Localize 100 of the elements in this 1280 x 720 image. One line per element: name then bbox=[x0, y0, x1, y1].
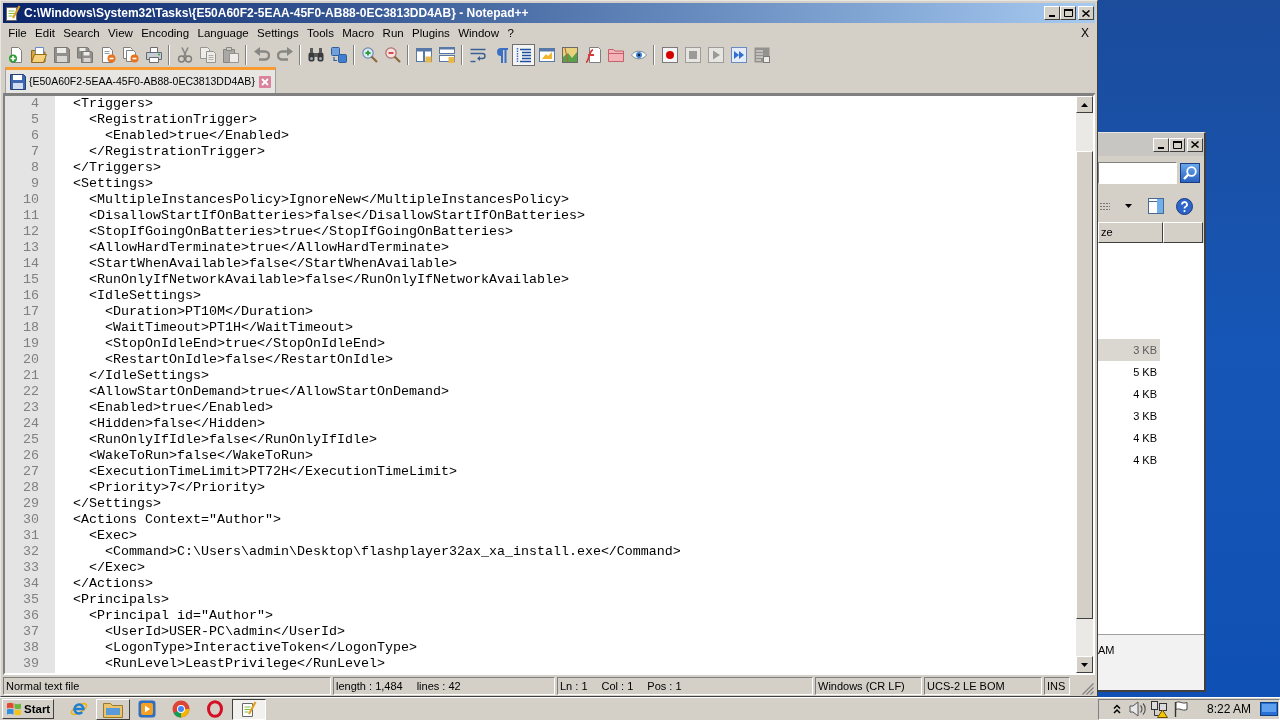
menu-item[interactable]: Window bbox=[454, 24, 504, 42]
search-button[interactable] bbox=[1180, 163, 1200, 183]
window-title: C:\Windows\System32\Tasks\{E50A60F2-5EAA-45F0-AB88-0EC3813DD4AB} - Notepad++ bbox=[24, 5, 529, 21]
indent-guide-button[interactable] bbox=[512, 44, 535, 66]
code-line: <StartWhenAvailable>false</StartWhenAvailable> bbox=[88, 256, 458, 272]
page-plus-icon bbox=[7, 47, 24, 63]
close-icon bbox=[258, 75, 271, 88]
menu-item[interactable]: Tools bbox=[302, 24, 339, 42]
show-desktop-button[interactable] bbox=[1260, 702, 1278, 716]
preview-pane-button[interactable] bbox=[1148, 198, 1164, 214]
menu-item[interactable]: View bbox=[103, 24, 137, 42]
tab-close-button[interactable] bbox=[258, 75, 271, 88]
size-cell[interactable]: 5 KB bbox=[1098, 361, 1160, 383]
line-number: 12 bbox=[22, 224, 40, 240]
speaker-icon bbox=[1129, 701, 1146, 717]
size-cell[interactable]: 4 KB bbox=[1098, 449, 1160, 471]
line-number: 32 bbox=[22, 544, 40, 560]
line-number: 23 bbox=[22, 400, 40, 416]
floppy-disks-icon bbox=[76, 47, 93, 63]
grid-page-icon bbox=[753, 47, 770, 63]
pages-minus-icon bbox=[122, 47, 139, 63]
line-number: 21 bbox=[22, 368, 40, 384]
code-line: <AllowHardTerminate>true</AllowHardTerminate> bbox=[88, 240, 450, 256]
menu-item[interactable]: Macro bbox=[338, 24, 379, 42]
line-number: 16 bbox=[22, 288, 40, 304]
clock[interactable]: 8:22 AM bbox=[1207, 700, 1252, 718]
code-line: <RunOnlyIfIdle>false</RunOnlyIfIdle> bbox=[88, 432, 378, 448]
network-button[interactable] bbox=[1150, 700, 1168, 718]
close-button[interactable] bbox=[1187, 137, 1203, 152]
indent-lines-icon bbox=[515, 47, 532, 63]
stop-icon bbox=[684, 47, 701, 63]
volume-button[interactable] bbox=[1129, 701, 1146, 717]
size-cell[interactable]: 4 KB bbox=[1098, 383, 1160, 405]
menu-item[interactable]: Language bbox=[193, 24, 253, 42]
code-line: <AllowStartOnDemand>true</AllowStartOnDemand> bbox=[88, 384, 450, 400]
column-header[interactable] bbox=[1163, 222, 1203, 243]
clipboard-icon bbox=[222, 47, 239, 63]
size-cell[interactable]: 4 KB bbox=[1098, 427, 1160, 449]
show-hidden-icons-button[interactable] bbox=[1113, 704, 1121, 714]
menu-item[interactable]: Encoding bbox=[137, 24, 194, 42]
function-page-icon bbox=[584, 47, 601, 63]
show-desktop-icon bbox=[1260, 702, 1278, 716]
status-text: AM bbox=[1098, 643, 1116, 657]
menu-item[interactable]: Settings bbox=[252, 24, 303, 42]
close-document-button[interactable]: X bbox=[1079, 24, 1091, 42]
close-icon bbox=[1191, 141, 1199, 148]
scroll-up-button[interactable] bbox=[1076, 96, 1093, 113]
code-line: <WaitTimeout>PT1H</WaitTimeout> bbox=[104, 320, 354, 336]
scroll-down-button[interactable] bbox=[1076, 656, 1093, 673]
code-line: <Principal id="Author"> bbox=[88, 608, 274, 624]
chevron-up-icon bbox=[1113, 704, 1121, 714]
menu-item[interactable]: File bbox=[4, 24, 31, 42]
minimize-button[interactable] bbox=[1153, 137, 1169, 152]
code-line: <UserId>USER-PC\admin</UserId> bbox=[104, 624, 346, 640]
line-number: 18 bbox=[22, 320, 40, 336]
help-button[interactable] bbox=[1176, 197, 1193, 215]
code-line: </Exec> bbox=[88, 560, 146, 576]
code-line: </Settings> bbox=[72, 496, 162, 512]
close-button[interactable] bbox=[1078, 6, 1094, 20]
maximize-button[interactable] bbox=[1060, 6, 1076, 20]
taskbar-button[interactable] bbox=[232, 698, 266, 720]
status-text: Pos : 1 bbox=[647, 678, 682, 694]
code-line: </Actions> bbox=[72, 576, 154, 592]
pages-icon bbox=[199, 47, 216, 63]
minimize-button[interactable] bbox=[1044, 6, 1060, 20]
line-number: 35 bbox=[22, 592, 40, 608]
size-cell[interactable]: 3 KB bbox=[1098, 339, 1160, 361]
status-text: lines : 42 bbox=[416, 678, 461, 694]
start-button[interactable]: Start bbox=[2, 699, 54, 719]
dropdown-caret-icon bbox=[1125, 204, 1132, 208]
folder-icon bbox=[607, 47, 624, 63]
menu-item[interactable]: Edit bbox=[30, 24, 60, 42]
notepad-icon bbox=[241, 701, 257, 717]
file-tab[interactable]: {E50A60F2-5EAA-45F0-AB88-0EC3813DD4AB} bbox=[5, 67, 276, 93]
code-line: <Settings> bbox=[72, 176, 154, 192]
code-line: <StopIfGoingOnBatteries>true</StopIfGoingOnBatteries> bbox=[88, 224, 514, 240]
menu-item[interactable]: Search bbox=[59, 24, 104, 42]
menu-item[interactable]: Plugins bbox=[407, 24, 454, 42]
code-line: <Priority>7</Priority> bbox=[88, 480, 266, 496]
code-line: <Actions Context="Author"> bbox=[72, 512, 282, 528]
maximize-button[interactable] bbox=[1169, 137, 1185, 152]
search-field[interactable] bbox=[1098, 162, 1178, 184]
line-number: 15 bbox=[22, 272, 40, 288]
status-text: Ln : 1 bbox=[560, 678, 588, 694]
notepad-icon bbox=[5, 5, 21, 21]
code-line: </RegistrationTrigger> bbox=[88, 144, 266, 160]
menu-item[interactable]: Run bbox=[378, 24, 408, 42]
code-line: <IdleSettings> bbox=[88, 288, 202, 304]
action-center-button[interactable] bbox=[1173, 701, 1189, 717]
line-number: 38 bbox=[22, 640, 40, 656]
code-line: <MultipleInstancesPolicy>IgnoreNew</MultipleInstancesPolicy> bbox=[88, 192, 570, 208]
binoculars-icon bbox=[307, 47, 324, 63]
network-warning-icon bbox=[1150, 700, 1168, 718]
code-line: <RestartOnIdle>false</RestartOnIdle> bbox=[104, 352, 394, 368]
menu-item[interactable]: ? bbox=[503, 24, 519, 42]
line-number: 25 bbox=[22, 432, 40, 448]
maximize-icon bbox=[1172, 140, 1182, 149]
column-header[interactable]: ze bbox=[1098, 222, 1163, 243]
redo-arrow-icon bbox=[276, 47, 293, 63]
size-cell[interactable]: 3 KB bbox=[1098, 405, 1160, 427]
